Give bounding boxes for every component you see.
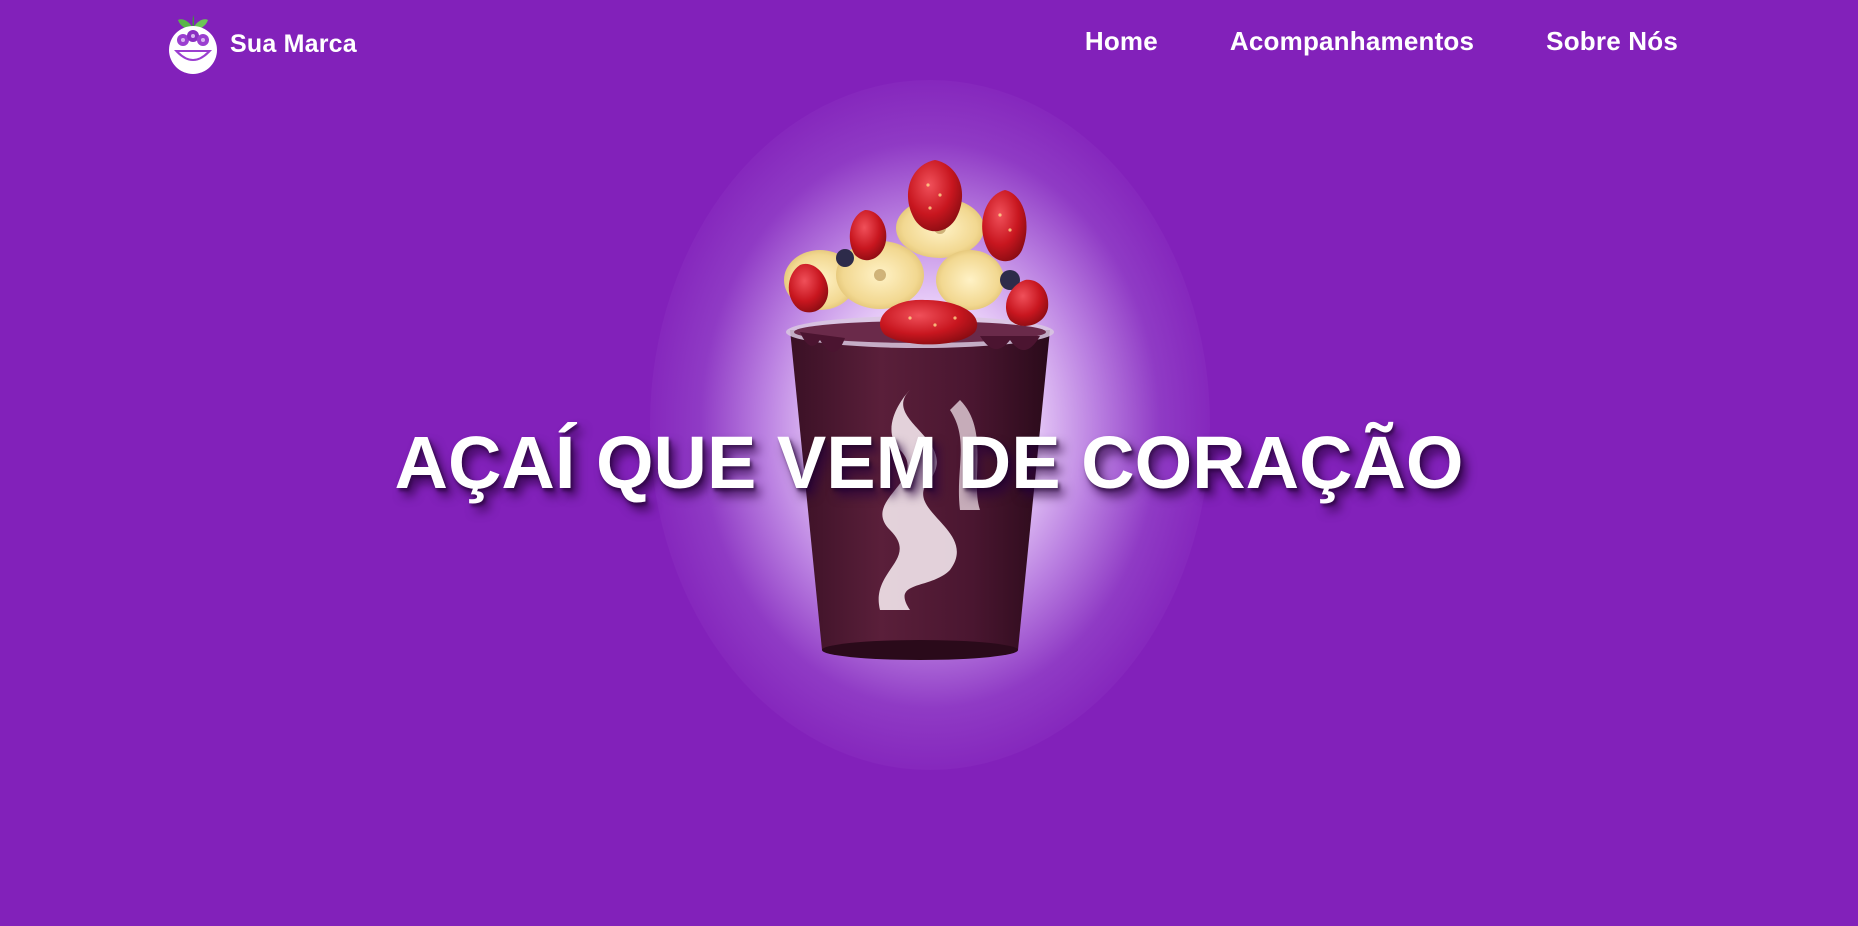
hero-title: AÇAÍ QUE VEM DE CORAÇÃO (394, 421, 1464, 504)
hero-section: AÇAÍ QUE VEM DE CORAÇÃO (0, 0, 1858, 926)
page: Sua Marca Home Acompanhamentos Sobre Nós (0, 0, 1858, 926)
acai-cup-image (784, 160, 1054, 660)
